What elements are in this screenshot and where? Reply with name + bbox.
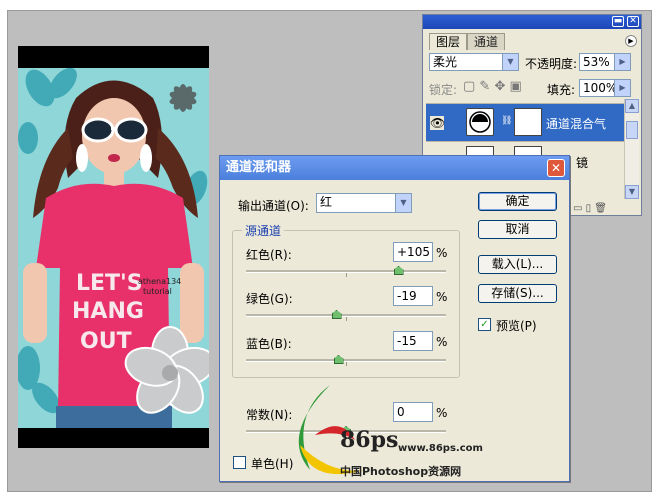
load-button[interactable]: 载入(L)... [478,255,557,274]
fill-field[interactable]: 100% ▶ [579,79,631,97]
green-percent: % [436,290,448,304]
shirt-text-line-1: LET'S [76,271,143,296]
minimize-icon[interactable]: ▬ [612,16,624,27]
output-channel-label: 输出通道(O): [238,199,309,213]
layers-scrollbar[interactable]: ▲ ▼ [624,99,639,199]
monochrome-checkbox[interactable] [233,456,246,469]
photo-image: LET'S HANG OUT athena134 tutorial [18,68,209,428]
layers-tabs: 图层 通道 [429,33,506,50]
green-field[interactable]: -19 [393,286,433,306]
output-channel-select[interactable]: 红 ▼ [316,193,412,213]
ok-button[interactable]: 确定 [478,192,557,211]
blue-label: 蓝色(B): [246,337,292,351]
tab-layers[interactable]: 图层 [429,33,468,50]
opacity-label: 不透明度: [525,57,578,71]
lock-icons[interactable]: ▢ ✎ ✥ ▣ [463,79,522,94]
red-label: 红色(R): [246,248,292,262]
tab-channels[interactable]: 通道 [467,33,506,50]
watermark-line-1: athena134 [138,277,181,286]
red-slider-center-tick [346,273,347,277]
chain-link-icon: ⛓ [501,116,513,126]
source-group-label: 源通道 [242,222,285,239]
shirt-text-line-3: OUT [80,329,132,354]
chevron-right-icon: ▶ [614,80,630,96]
green-slider-center-tick [346,317,347,321]
dialog-title: 通道混和器 [220,156,569,180]
red-field[interactable]: +105 [393,242,433,262]
layer-name: 通道混合气 [546,117,607,131]
chevron-right-icon: ▶ [614,54,630,70]
panel-menu-icon[interactable]: ▶ [625,35,637,47]
adjustment-thumbnail [466,108,494,136]
chevron-down-icon: ▼ [502,54,518,70]
blue-field[interactable]: -15 [393,331,433,351]
layer-row-channel-mixer[interactable]: 👁 ⛓ 通道混合气 [426,103,628,141]
blue-percent: % [436,335,448,349]
mask-thumbnail [514,108,542,136]
lock-label: 锁定: [429,83,458,97]
chevron-down-icon: ▼ [395,194,411,212]
opacity-value: 53% [583,55,610,69]
close-icon[interactable]: ✕ [627,16,639,27]
preview-label: 预览(P) [496,319,537,333]
close-icon[interactable]: ✕ [547,159,565,177]
layer-name: 镜 [576,156,589,170]
layers-panel-titlebar: ▬ ✕ [423,15,641,29]
brand-url: www.86ps.com [398,443,483,454]
site-watermark-logo: 86ps www.86ps.com 中国Photoshop资源网 [270,375,490,485]
eye-icon[interactable]: 👁 [430,116,445,130]
shirt-text-line-2: HANG [72,299,144,324]
watermark-line-2: tutorial [143,287,172,296]
green-label: 绿色(G): [246,292,293,306]
preview-checkbox[interactable]: ✓ [478,318,491,331]
scroll-up-icon[interactable]: ▲ [625,99,639,113]
fill-value: 100% [583,81,618,95]
red-percent: % [436,246,448,260]
brand-caption: 中国Photoshop资源网 [340,465,462,478]
photo-preview: LET'S HANG OUT athena134 tutorial [18,46,209,448]
blend-mode-select[interactable]: 柔光 ▼ [429,53,519,71]
layer-footer-icons[interactable]: ▭ ▯ 🗑 [573,203,607,214]
opacity-field[interactable]: 53% ▶ [579,53,631,71]
blend-mode-value: 柔光 [433,55,458,69]
brand-name: 86ps [340,427,399,453]
output-channel-value: 红 [320,195,333,209]
scroll-down-icon[interactable]: ▼ [625,185,639,199]
blue-slider-center-tick [346,362,347,366]
save-button[interactable]: 存储(S)... [478,284,557,303]
fill-label: 填充: [547,83,576,97]
portrait-illustration: LET'S HANG OUT athena134 tutorial [18,68,209,428]
scroll-thumb[interactable] [626,121,638,139]
cancel-button[interactable]: 取消 [478,220,557,239]
